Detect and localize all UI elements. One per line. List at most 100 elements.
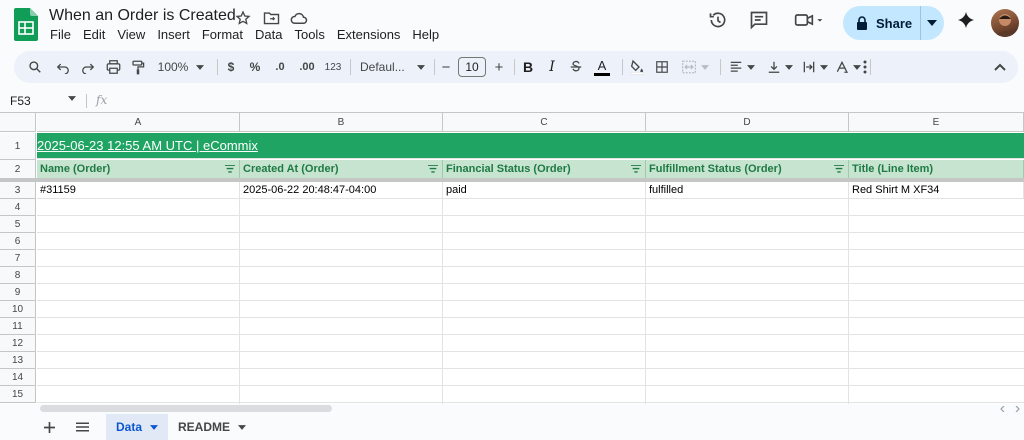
filter-icon[interactable] [631, 165, 641, 173]
row-header[interactable]: 13 [0, 352, 36, 369]
row-header[interactable]: 8 [0, 267, 36, 284]
increase-font-size-button[interactable]: + [490, 51, 508, 83]
print-icon[interactable] [102, 51, 124, 83]
sheet-tab-data[interactable]: Data [106, 414, 168, 440]
caret-down-icon [927, 20, 937, 26]
scrollbar-thumb[interactable] [40, 405, 332, 412]
sheet-tab-readme[interactable]: README [170, 414, 250, 440]
column-header-c[interactable]: C [443, 113, 646, 132]
data-cell[interactable]: 2025-06-22 20:48:47-04:00 [240, 182, 443, 199]
menu-file[interactable]: File [44, 27, 77, 42]
search-menus-icon[interactable] [24, 51, 46, 83]
menu-edit[interactable]: Edit [77, 27, 111, 42]
title-banner-row[interactable]: 2025-06-23 12:55 AM UTC | eCommix [37, 133, 1024, 159]
text-wrapping-icon[interactable] [799, 51, 831, 83]
zoom-select[interactable]: 100% [154, 51, 208, 83]
share-dropdown-button[interactable] [921, 20, 943, 26]
strikethrough-icon[interactable] [566, 51, 586, 83]
more-vert-icon[interactable] [854, 51, 876, 83]
column-header-a[interactable]: A [37, 113, 240, 132]
move-folder-icon[interactable] [261, 9, 281, 27]
formula-input[interactable] [116, 94, 996, 108]
menu-extensions[interactable]: Extensions [331, 27, 407, 42]
version-history-icon[interactable] [706, 8, 730, 32]
header-cell[interactable]: Title (Line Item) [849, 160, 1024, 178]
column-header-d[interactable]: D [646, 113, 849, 132]
decrease-decimal-button[interactable]: .0 [270, 51, 290, 83]
increase-decimal-button[interactable]: .00 [296, 51, 318, 83]
data-cell[interactable]: Red Shirt M XF34 [849, 182, 1024, 199]
menu-tools[interactable]: Tools [288, 27, 330, 42]
all-sheets-icon[interactable] [73, 418, 91, 436]
format-percent-button[interactable]: % [246, 51, 264, 83]
caret-down-icon[interactable] [150, 424, 159, 430]
caret-down-icon[interactable] [68, 96, 76, 101]
horizontal-scrollbar[interactable] [0, 404, 1024, 414]
decrease-font-size-button[interactable]: − [437, 51, 455, 83]
row-header[interactable]: 5 [0, 216, 36, 233]
star-icon[interactable] [233, 9, 253, 27]
header-cell[interactable]: Financial Status (Order) [443, 160, 646, 178]
header-cell[interactable]: Fulfillment Status (Order) [646, 160, 849, 178]
avatar[interactable] [991, 9, 1019, 37]
italic-button[interactable]: I [542, 51, 562, 83]
row-header[interactable]: 9 [0, 284, 36, 301]
paint-format-icon[interactable] [127, 51, 149, 83]
row-header[interactable]: 2 [0, 160, 36, 179]
menu-help[interactable]: Help [406, 27, 445, 42]
menu-view[interactable]: View [111, 27, 151, 42]
row-header[interactable]: 11 [0, 318, 36, 335]
menu-data[interactable]: Data [249, 27, 288, 42]
text-color-button[interactable]: A [591, 51, 613, 83]
gemini-sparkle-icon[interactable] [954, 8, 978, 32]
data-cell[interactable]: paid [443, 182, 646, 199]
horizontal-align-icon[interactable] [726, 51, 758, 83]
more-formats-button[interactable]: 123 [322, 51, 344, 83]
add-sheet-icon[interactable] [40, 418, 58, 436]
row-header[interactable]: 7 [0, 250, 36, 267]
bold-button[interactable]: B [518, 51, 538, 83]
cloud-saved-icon[interactable] [289, 9, 309, 27]
select-all-corner[interactable] [0, 113, 36, 132]
share-button[interactable]: Share [843, 6, 921, 40]
document-title[interactable]: When an Order is Created [49, 7, 236, 25]
vertical-align-icon[interactable] [764, 51, 796, 83]
format-currency-button[interactable]: $ [222, 51, 240, 83]
meet-icon[interactable] [790, 8, 828, 32]
font-size-input[interactable]: 10 [458, 51, 486, 83]
column-header-b[interactable]: B [240, 113, 443, 132]
row-header[interactable]: 15 [0, 386, 36, 403]
font-family-select[interactable]: Defaul... [356, 51, 428, 83]
banner-link[interactable]: 2025-06-23 12:55 AM UTC | eCommix [37, 138, 258, 153]
row-header[interactable]: 3 [0, 182, 36, 199]
menu-insert[interactable]: Insert [151, 27, 196, 42]
toolbar-divider [514, 59, 515, 75]
row-header[interactable]: 12 [0, 335, 36, 352]
data-cell[interactable]: fulfilled [646, 182, 849, 199]
empty-cells[interactable] [37, 199, 1024, 404]
toolbar-divider [217, 59, 218, 75]
filter-icon[interactable] [428, 165, 438, 173]
row-header[interactable]: 4 [0, 199, 36, 216]
redo-icon[interactable] [77, 51, 99, 83]
row-header[interactable]: 14 [0, 369, 36, 386]
row-header[interactable]: 10 [0, 301, 36, 318]
fill-color-icon[interactable] [626, 51, 648, 83]
caret-down-icon[interactable] [238, 424, 247, 430]
header-cell[interactable]: Created At (Order) [240, 160, 443, 178]
comments-icon[interactable] [747, 8, 771, 32]
filter-icon[interactable] [834, 165, 844, 173]
row-header[interactable]: 1 [0, 133, 36, 160]
filter-icon[interactable] [225, 165, 235, 173]
undo-icon[interactable] [52, 51, 74, 83]
borders-icon[interactable] [651, 51, 673, 83]
scroll-arrows-icon[interactable] [1000, 406, 1020, 412]
collapse-menus-icon[interactable] [989, 51, 1011, 83]
sheets-logo-icon[interactable] [14, 8, 38, 41]
row-header[interactable]: 6 [0, 233, 36, 250]
column-header-e[interactable]: E [849, 113, 1024, 132]
data-cell[interactable]: #31159 [37, 182, 240, 199]
fx-icon: fx [96, 93, 108, 107]
menu-format[interactable]: Format [196, 27, 249, 42]
header-cell[interactable]: Name (Order) [37, 160, 240, 178]
